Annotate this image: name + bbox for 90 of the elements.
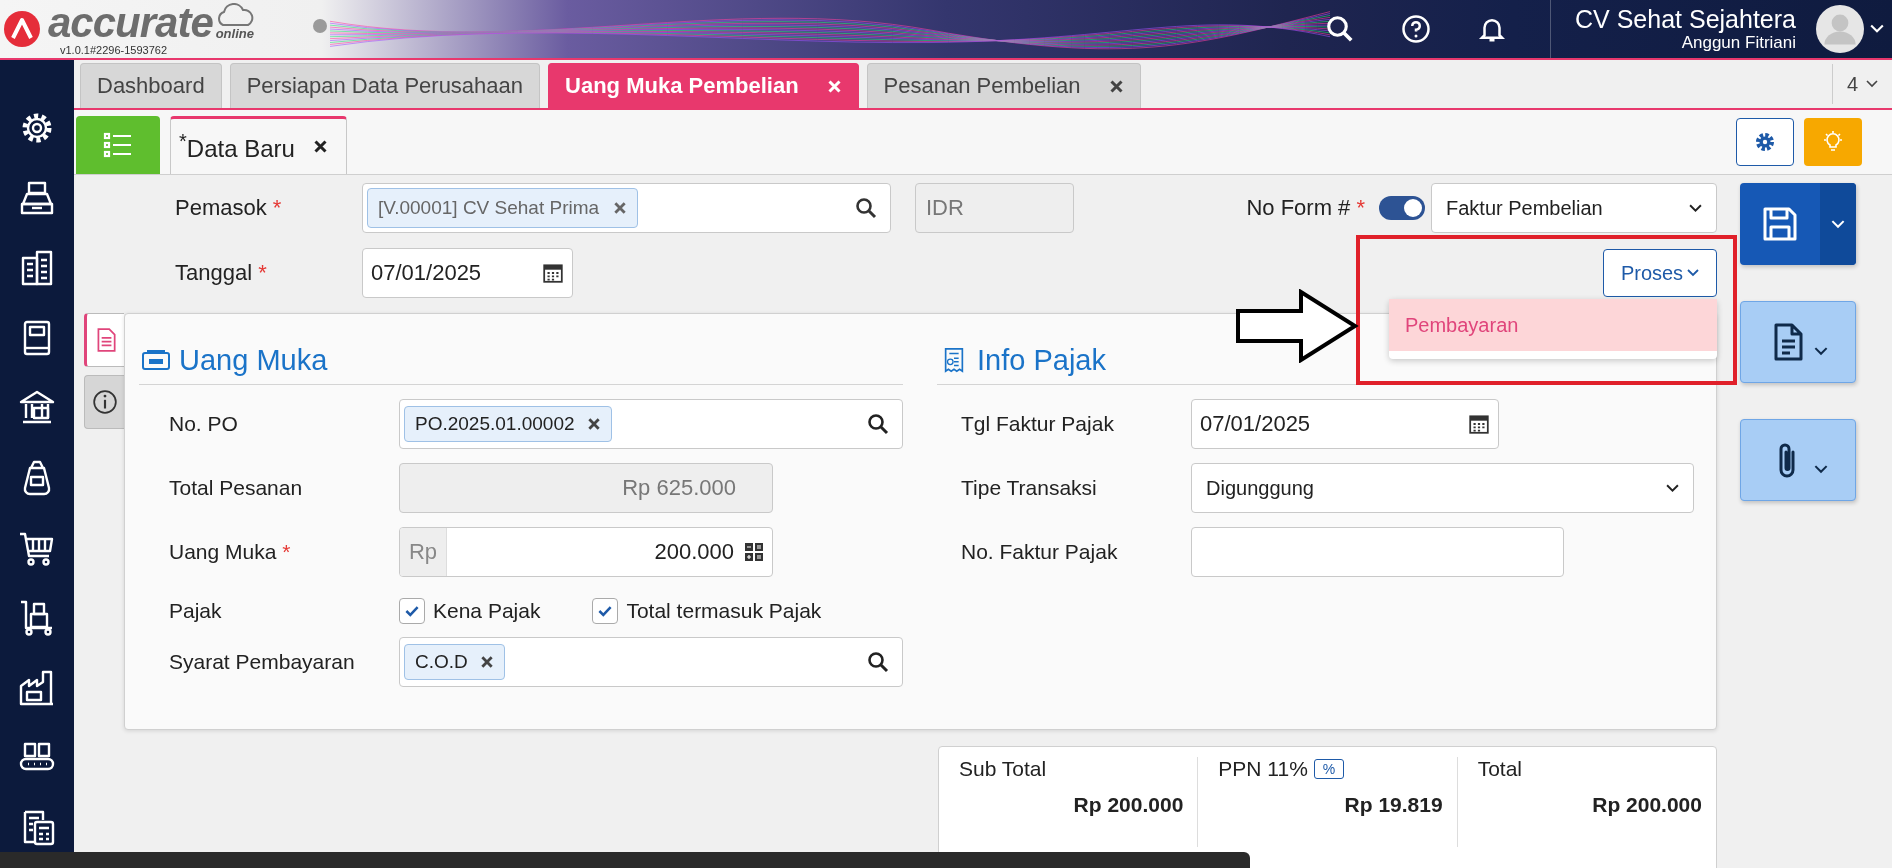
chevron-down-icon[interactable] bbox=[1870, 24, 1884, 34]
total-value: Rp 200.000 bbox=[1073, 793, 1184, 817]
field-label: Uang Muka * bbox=[169, 540, 292, 564]
down-payment-icon bbox=[141, 347, 171, 373]
input-field[interactable] bbox=[1191, 527, 1564, 577]
percent-button[interactable]: % bbox=[1313, 759, 1345, 779]
tag-search-field[interactable]: C.O.D bbox=[399, 637, 903, 687]
help-icon[interactable] bbox=[1401, 14, 1431, 44]
amount-value: 200.000 bbox=[653, 539, 734, 565]
save-button[interactable] bbox=[1740, 183, 1856, 265]
tag-label: [V.00001] CV Sehat Prima bbox=[378, 197, 600, 219]
field-label: No Form # * bbox=[1246, 195, 1365, 221]
version-text: v1.0.1#2296-1593762 bbox=[60, 43, 169, 56]
toggle-switch[interactable] bbox=[1379, 196, 1425, 220]
date-field[interactable]: 07/01/2025 bbox=[1191, 399, 1499, 449]
list-icon bbox=[103, 132, 133, 158]
field-label: Tanggal * bbox=[175, 260, 268, 286]
company-name: CV Sehat Sejahtera bbox=[1575, 5, 1796, 33]
amount-field[interactable]: Rp 200.000 bbox=[399, 527, 773, 577]
calendar-icon[interactable] bbox=[1468, 413, 1490, 435]
search-icon[interactable] bbox=[854, 196, 878, 220]
field-label: Syarat Pembayaran bbox=[169, 650, 356, 674]
checkbox-box[interactable] bbox=[592, 598, 619, 624]
transaction-type-select[interactable]: Digunggung bbox=[1191, 463, 1694, 513]
readonly-field: Rp 625.000 bbox=[399, 463, 773, 513]
side-tab[interactable] bbox=[84, 375, 124, 429]
tab-count-button[interactable]: 4 bbox=[1831, 64, 1892, 104]
tab[interactable]: Uang Muka Pembelian bbox=[548, 63, 859, 108]
tag-label: C.O.D bbox=[415, 651, 468, 673]
settings-icon bbox=[1753, 130, 1777, 154]
checkbox[interactable]: Kena Pajak bbox=[399, 598, 541, 624]
checkbox-box[interactable] bbox=[399, 598, 425, 624]
document-menu-button[interactable] bbox=[1740, 301, 1856, 383]
search-icon[interactable] bbox=[866, 412, 890, 436]
close-icon[interactable] bbox=[312, 139, 328, 154]
side-tab[interactable] bbox=[84, 313, 124, 367]
document-tab[interactable]: $^{*}$Data Baru bbox=[170, 116, 347, 174]
tab[interactable]: Persiapan Data Perusahaan bbox=[229, 63, 541, 108]
date-field[interactable]: 07/01/2025 bbox=[362, 248, 573, 298]
logo-text: accurate bbox=[48, 2, 213, 43]
logo-icon bbox=[2, 9, 42, 49]
close-icon[interactable] bbox=[1108, 78, 1124, 94]
chevron-down-icon bbox=[1866, 80, 1878, 88]
field-label: No. Faktur Pajak bbox=[961, 540, 1119, 564]
currency-field: IDR bbox=[915, 183, 1074, 233]
avatar-icon[interactable] bbox=[1816, 5, 1864, 53]
field-label: Tipe Transaksi bbox=[961, 476, 1098, 500]
calculator-icon[interactable] bbox=[744, 542, 764, 562]
section-title: Uang Muka bbox=[179, 343, 328, 377]
section-title: Info Pajak bbox=[977, 343, 1106, 377]
total-label: PPN 11% bbox=[1218, 757, 1308, 781]
total-value: Rp 19.819 bbox=[1344, 793, 1443, 817]
chevron-down-icon bbox=[1831, 219, 1845, 229]
currency-prefix: Rp bbox=[400, 528, 447, 576]
field-label: Tgl Faktur Pajak bbox=[961, 412, 1115, 436]
chevron-down-icon bbox=[1814, 464, 1828, 474]
field-label: Pajak bbox=[169, 599, 223, 623]
remove-icon[interactable] bbox=[479, 655, 494, 669]
search-icon[interactable] bbox=[866, 650, 890, 674]
chevron-down-icon bbox=[1666, 483, 1679, 493]
attachment-button[interactable] bbox=[1740, 419, 1856, 501]
chevron-down-icon bbox=[1687, 269, 1700, 277]
status-dot bbox=[312, 19, 327, 33]
total-value: Rp 200.000 bbox=[1592, 793, 1702, 817]
info-icon bbox=[91, 389, 118, 415]
total-label: Sub Total bbox=[959, 757, 1047, 781]
remove-icon[interactable] bbox=[586, 417, 601, 431]
search-icon[interactable] bbox=[1325, 14, 1355, 44]
process-button[interactable]: Proses bbox=[1603, 249, 1717, 297]
supplier-search-field[interactable]: [V.00001] CV Sehat Prima bbox=[362, 183, 891, 233]
remove-icon[interactable] bbox=[613, 201, 628, 215]
logo-subtext: online bbox=[215, 26, 254, 41]
settings-button[interactable] bbox=[1736, 118, 1794, 166]
checkbox[interactable]: Total termasuk Pajak bbox=[592, 598, 822, 624]
field-label: Pemasok * bbox=[175, 195, 283, 221]
tag-label: PO.2025.01.00002 bbox=[415, 413, 575, 435]
checkbox-label: Kena Pajak bbox=[433, 599, 541, 623]
tab[interactable]: Pesanan Pembelian bbox=[866, 63, 1141, 108]
user-name: Anggun Fitriani bbox=[1681, 33, 1796, 53]
lightbulb-icon bbox=[1821, 130, 1845, 154]
calendar-icon[interactable] bbox=[542, 262, 564, 284]
tag-search-field[interactable]: PO.2025.01.00002 bbox=[399, 399, 903, 449]
total-label: Total bbox=[1477, 757, 1522, 781]
field-label: Total Pesanan bbox=[169, 476, 304, 500]
chevron-down-icon bbox=[1814, 346, 1828, 356]
form-type-select[interactable]: Faktur Pembelian bbox=[1431, 183, 1717, 233]
field-label: No. PO bbox=[169, 412, 239, 436]
checkbox-label: Total termasuk Pajak bbox=[626, 599, 822, 623]
tab[interactable]: Dashboard bbox=[80, 63, 222, 108]
chevron-down-icon bbox=[1689, 203, 1702, 213]
